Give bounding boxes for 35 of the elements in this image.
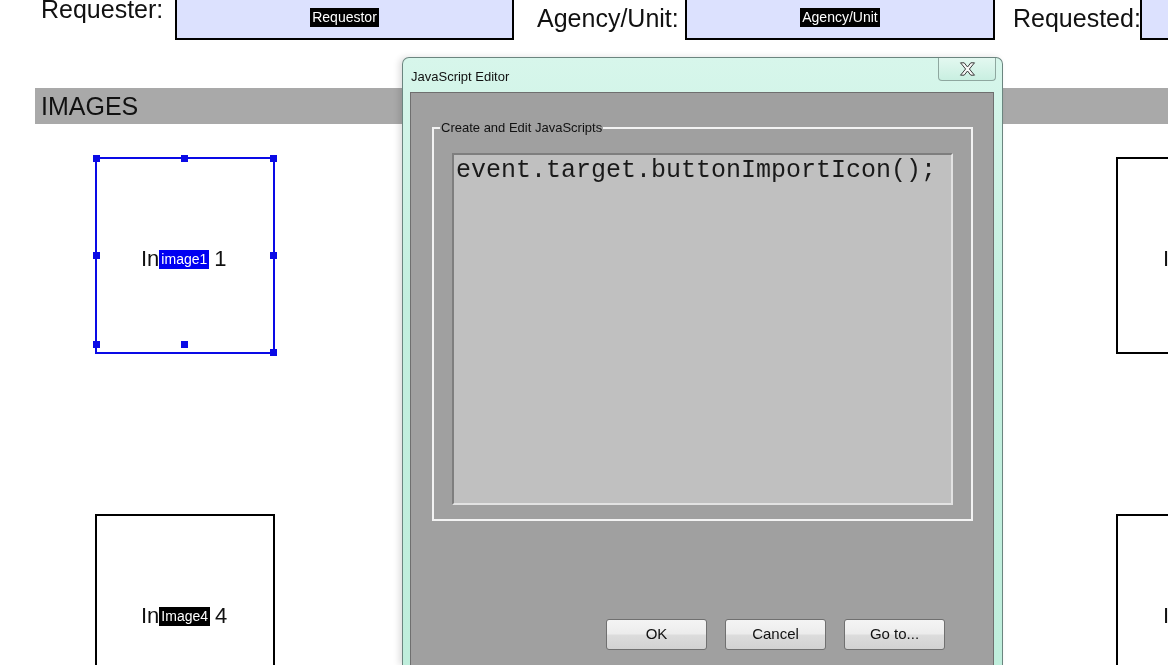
text-field[interactable] bbox=[1140, 0, 1168, 40]
image-field[interactable]: I bbox=[1116, 157, 1168, 354]
dialog-button[interactable]: Cancel bbox=[725, 619, 826, 650]
field-caption: 4 bbox=[215, 604, 228, 628]
text-field[interactable]: Agency/Unit bbox=[685, 0, 995, 40]
field-caption: I bbox=[1163, 247, 1168, 271]
resize-handle-icon[interactable] bbox=[270, 251, 277, 259]
close-button[interactable] bbox=[938, 58, 996, 81]
resize-handle-icon[interactable] bbox=[93, 155, 100, 162]
field-caption: I bbox=[1163, 604, 1168, 628]
dialog-button[interactable]: OK bbox=[606, 619, 707, 650]
field-label: Agency/Unit: bbox=[537, 5, 680, 34]
field-name-tag: Requestor bbox=[310, 7, 379, 27]
field-caption: 1 bbox=[214, 247, 227, 271]
image-field[interactable]: In image1 1 bbox=[95, 157, 275, 354]
close-icon bbox=[958, 62, 976, 76]
resize-handle-icon[interactable] bbox=[93, 251, 100, 259]
field-name-tag: Agency/Unit bbox=[800, 7, 880, 27]
resize-handle-icon[interactable] bbox=[270, 349, 277, 356]
resize-handle-icon[interactable] bbox=[181, 341, 188, 348]
image-field[interactable]: I bbox=[1116, 514, 1168, 665]
dialog-title: JavaScript Editor bbox=[411, 68, 510, 84]
script-editor-field[interactable]: event.target.buttonImportIcon(); bbox=[452, 153, 953, 505]
image-field[interactable]: In Image4 4 bbox=[95, 514, 275, 665]
resize-handle-icon[interactable] bbox=[93, 341, 100, 348]
field-label: Requested: bbox=[1013, 5, 1140, 34]
resize-handle-icon[interactable] bbox=[181, 155, 188, 162]
dialog-button[interactable]: Go to... bbox=[844, 619, 945, 650]
field-name-tag: Image4 bbox=[159, 606, 211, 626]
resize-handle-icon[interactable] bbox=[270, 155, 277, 162]
text-field[interactable]: Requestor bbox=[175, 0, 514, 40]
field-caption: In bbox=[141, 604, 160, 628]
field-label: Requester: bbox=[41, 0, 165, 22]
field-name-tag: image1 bbox=[159, 249, 210, 269]
field-caption: In bbox=[141, 247, 160, 271]
